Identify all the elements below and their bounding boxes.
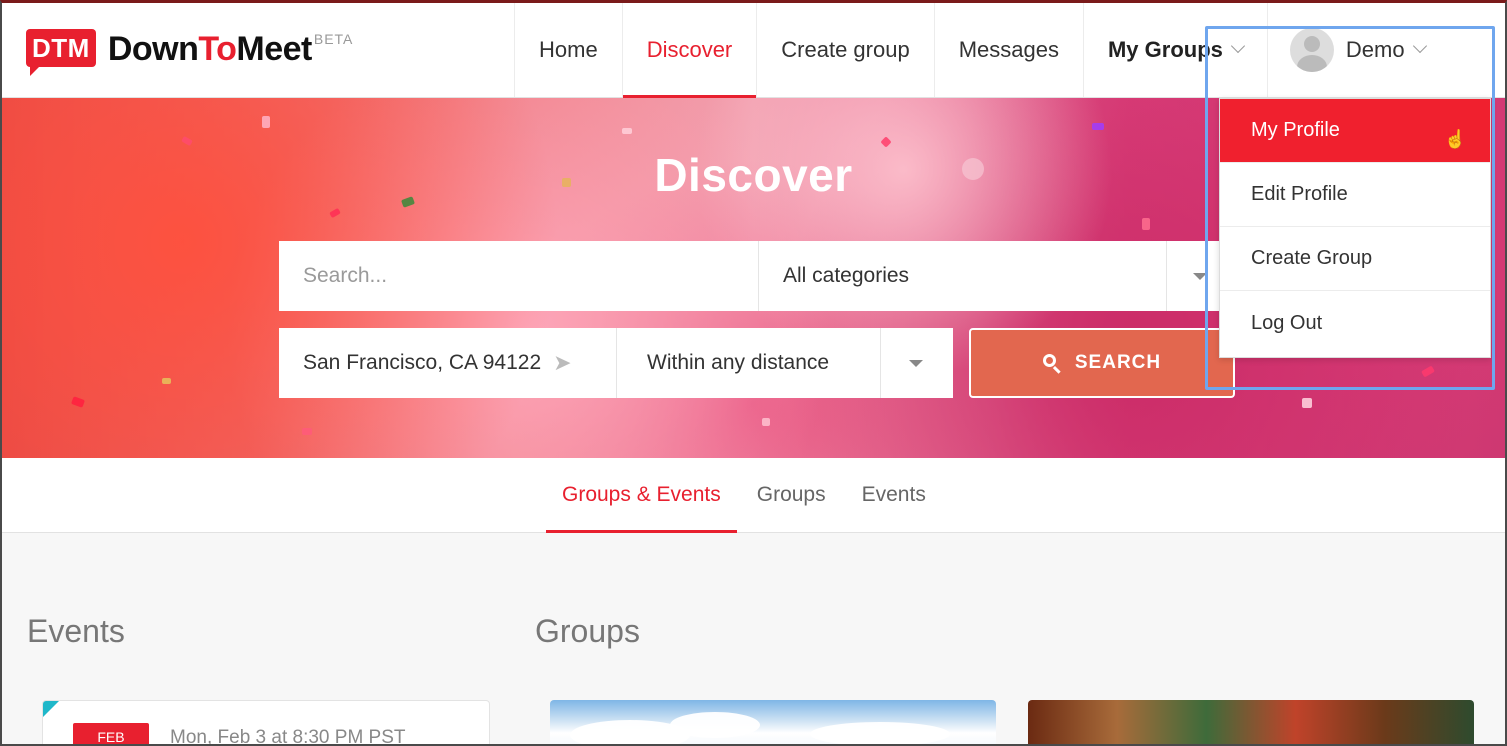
events-section-title: Events	[27, 613, 125, 649]
logo[interactable]: DTM DownToMeet BETA	[26, 29, 354, 76]
category-select[interactable]: All categories	[759, 241, 1167, 311]
location-value: San Francisco, CA 94122	[303, 351, 542, 374]
groups-section-title: Groups	[535, 613, 640, 649]
event-card[interactable]: FEB Mon, Feb 3 at 8:30 PM PST	[42, 700, 490, 746]
tab-groups[interactable]: Groups	[741, 458, 842, 532]
group-card-image[interactable]	[1028, 700, 1474, 744]
logo-word-to: To	[198, 30, 237, 68]
search-button-label: SEARCH	[1074, 352, 1162, 373]
nav-home-label: Home	[539, 37, 598, 62]
nav-create-group-label: Create group	[781, 37, 910, 62]
tab-events[interactable]: Events	[846, 458, 942, 532]
nav-create-group[interactable]: Create group	[756, 3, 933, 97]
event-month-badge: FEB	[73, 723, 149, 744]
nav-discover-label: Discover	[646, 37, 733, 62]
tab-groups-events[interactable]: Groups & Events	[546, 458, 737, 533]
browser-frame: DTM DownToMeet BETA Home Discover Create…	[0, 0, 1507, 746]
logo-badge: DTM	[26, 29, 96, 76]
logo-word-down: Down	[107, 30, 199, 68]
logo-wordmark: DownToMeet	[107, 29, 313, 69]
logo-badge-text: DTM	[32, 33, 90, 63]
group-card-image[interactable]	[550, 700, 996, 744]
tab-groups-label: Groups	[756, 483, 826, 506]
search-placeholder: Search...	[303, 264, 388, 287]
tab-events-label: Events	[861, 483, 926, 506]
nav-discover[interactable]: Discover	[621, 3, 757, 98]
beta-label: BETA	[313, 31, 354, 47]
corner-flag	[43, 701, 59, 717]
content-tabs-bar: Groups & Events Groups Events	[2, 458, 1505, 533]
search-row-top: Search... All categories	[279, 241, 1227, 311]
nav-home[interactable]: Home	[514, 3, 622, 97]
distance-dropdown-button[interactable]	[881, 328, 953, 398]
event-date: Mon, Feb 3 at 8:30 PM PST	[170, 727, 406, 746]
search-input[interactable]: Search...	[279, 241, 759, 311]
search-button[interactable]: SEARCH	[969, 328, 1235, 398]
content-tabs: Groups & Events Groups Events	[546, 458, 946, 533]
distance-value: Within any distance	[647, 351, 830, 374]
search-row-bottom: San Francisco, CA 94122 ➤ Within any dis…	[279, 328, 953, 398]
caret-down-icon	[909, 360, 923, 367]
highlight-box	[1205, 26, 1495, 390]
nav-messages-label: Messages	[958, 37, 1059, 62]
distance-select[interactable]: Within any distance	[617, 328, 881, 398]
location-input[interactable]: San Francisco, CA 94122 ➤	[279, 328, 617, 398]
location-arrow-icon[interactable]: ➤	[553, 350, 571, 376]
tab-groups-events-label: Groups & Events	[562, 483, 721, 506]
logo-word-meet: Meet	[236, 30, 312, 68]
search-icon	[1042, 354, 1061, 374]
nav-messages[interactable]: Messages	[933, 3, 1083, 97]
category-value: All categories	[783, 264, 910, 287]
